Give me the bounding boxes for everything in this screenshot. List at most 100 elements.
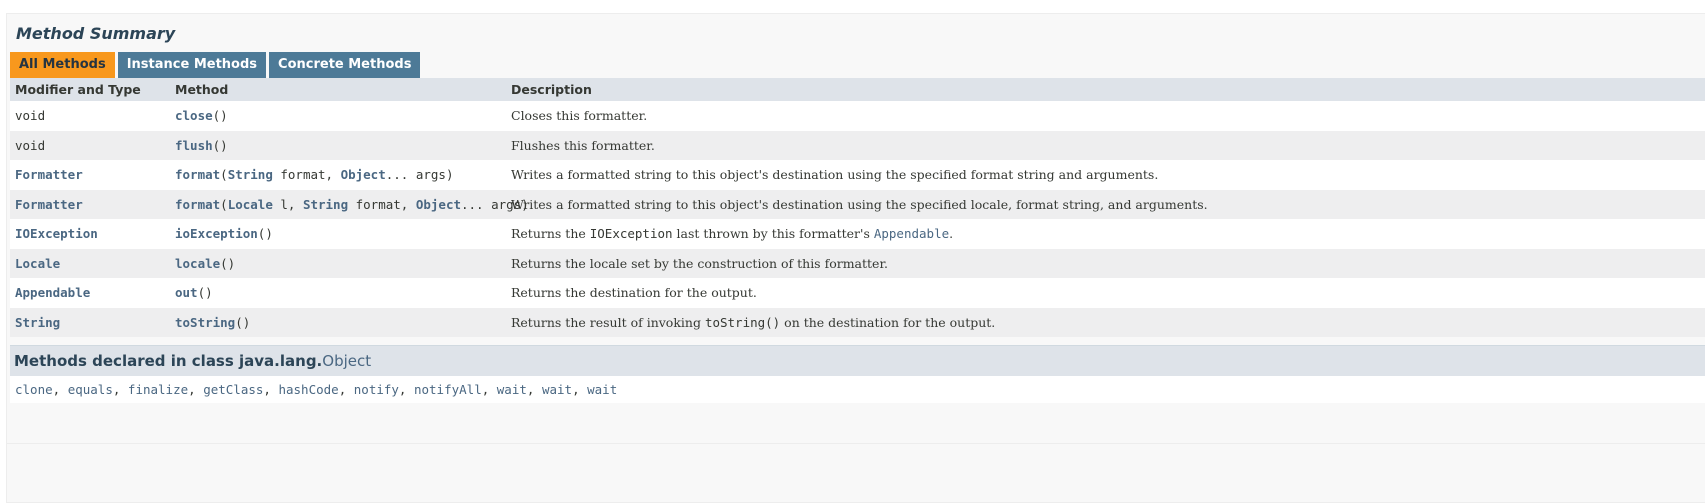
param-text: format, [272,167,341,183]
method-link-tostring[interactable]: toString [175,315,235,330]
inherited-method-link[interactable]: wait [587,382,617,397]
inherited-label: Methods declared in class java.lang. [14,352,323,370]
method-signature: format(String format, Object... args) [175,167,511,182]
method-link-format[interactable]: format [175,167,220,182]
method-signature: close() [175,108,511,123]
inherited-method-link[interactable]: hashCode [278,382,338,397]
type-link-string[interactable]: String [15,315,60,330]
method-table: Modifier and Type Method Description voi… [10,78,1705,337]
method-params: () [212,137,228,153]
param-text: ... args) [385,167,454,183]
table-row: Locale locale() Returns the locale set b… [10,248,1705,278]
tab-all-methods[interactable]: All Methods [10,52,115,78]
inline-link-appendable[interactable]: Appendable [874,226,949,241]
method-description: Writes a formatted string to this object… [511,196,1208,212]
table-row: void flush() Flushes this formatter. [10,130,1705,160]
method-link-format[interactable]: format [175,197,220,212]
type-link-appendable[interactable]: Appendable [15,285,90,300]
section-title: Method Summary [16,24,176,43]
paren-open: ( [220,167,228,183]
param-type-link-locale[interactable]: Locale [228,197,273,212]
inherited-method-link[interactable]: getClass [203,382,263,397]
return-type: Appendable [10,285,175,300]
return-type: String [10,315,175,330]
method-params: () [257,226,273,242]
return-type: IOException [10,226,175,241]
separator: , [398,382,414,397]
description-text: Returns the result of invoking [511,314,705,330]
inherited-methods-list: clone, equals, finalize, getClass, hashC… [10,376,1705,403]
param-type-link-string[interactable]: String [228,167,273,182]
method-description: Returns the locale set by the constructi… [511,255,889,271]
param-type-link-object[interactable]: Object [416,197,461,212]
method-params: () [212,108,228,124]
inline-code: toString() [704,314,781,330]
type-link-formatter[interactable]: Formatter [15,167,83,182]
tab-instance-methods[interactable]: Instance Methods [117,52,267,78]
param-type-link-string[interactable]: String [303,197,348,212]
method-signature: out() [175,285,511,300]
inherited-method-link[interactable]: clone [15,382,53,397]
param-type-link-object[interactable]: Object [341,167,386,182]
method-link-out[interactable]: out [175,285,198,300]
type-link-ioexception[interactable]: IOException [15,226,98,241]
type-link-locale[interactable]: Locale [15,256,60,271]
method-link-locale[interactable]: locale [175,256,220,271]
method-description: Writes a formatted string to this object… [511,167,1159,183]
return-type: Formatter [10,197,175,212]
table-row: Formatter format(String format, Object..… [10,160,1705,190]
paren-open: ( [220,196,228,212]
method-tabs: All Methods Instance Methods Concrete Me… [10,52,423,78]
table-row: String toString() Returns the result of … [10,307,1705,337]
inherited-method-link[interactable]: finalize [128,382,188,397]
param-text: format, [348,196,416,212]
class-link-object[interactable]: Object [322,352,371,370]
description-text: Returns the [511,226,590,242]
method-signature: locale() [175,256,511,271]
method-description: Returns the result of invoking toString(… [511,315,1705,330]
table-header-row: Modifier and Type Method Description [10,78,1705,101]
method-signature: flush() [175,138,511,153]
inline-code: IOException [589,226,673,242]
separator: , [263,382,279,397]
tab-concrete-methods[interactable]: Concrete Methods [269,52,421,78]
return-type: Locale [10,256,175,271]
inherited-methods-header: Methods declared in class java.lang.Obje… [10,345,1705,376]
description-text: . [949,226,954,242]
method-signature: toString() [175,315,511,330]
inherited-method-link[interactable]: notifyAll [414,382,482,397]
method-description: Flushes this formatter. [511,137,655,153]
return-type: Formatter [10,167,175,182]
description-text: last thrown by this formatter's [672,226,874,242]
param-text: l, [272,196,303,212]
method-description: Returns the destination for the output. [511,285,757,301]
inherited-method-link[interactable]: wait [497,382,527,397]
next-section-block [6,443,1705,503]
table-row: IOException ioException() Returns the IO… [10,219,1705,249]
column-header-type: Modifier and Type [15,82,141,97]
inherited-method-link[interactable]: notify [354,382,399,397]
table-row: void close() Closes this formatter. [10,101,1705,131]
separator: , [188,382,204,397]
separator: , [572,382,588,397]
separator: , [526,382,542,397]
return-type: void [15,137,46,153]
description-text: on the destination for the output. [780,314,996,330]
separator: , [52,382,68,397]
separator: , [481,382,497,397]
separator: , [338,382,354,397]
method-description: Closes this formatter. [511,108,648,124]
inherited-method-link[interactable]: wait [542,382,572,397]
method-signature: format(Locale l, String format, Object..… [175,196,529,212]
method-link-close[interactable]: close [175,108,213,123]
separator: , [112,382,128,397]
table-row: Formatter format(Locale l, String format… [10,189,1705,219]
method-link-flush[interactable]: flush [175,138,213,153]
method-description: Returns the IOException last thrown by t… [511,226,1705,241]
method-params: () [235,314,251,330]
method-signature: ioException() [175,226,511,241]
table-row: Appendable out() Returns the destination… [10,278,1705,308]
type-link-formatter[interactable]: Formatter [15,197,83,212]
method-link-ioexception[interactable]: ioException [175,226,258,241]
inherited-method-link[interactable]: equals [68,382,113,397]
